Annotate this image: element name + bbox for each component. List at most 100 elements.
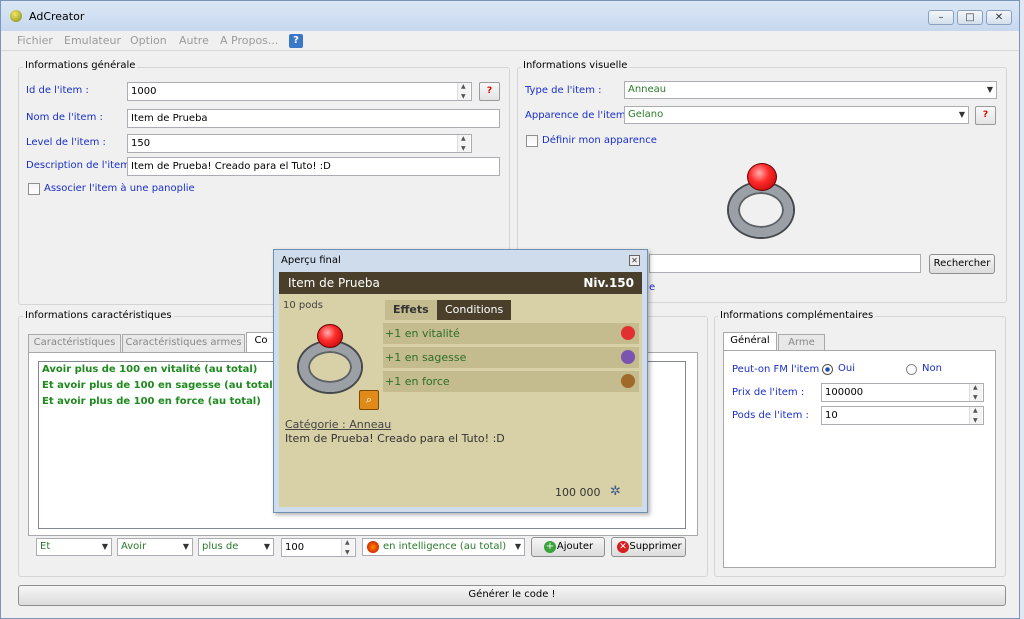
- preview-price: 100 000: [555, 486, 601, 499]
- fm-non-radio[interactable]: [906, 364, 917, 375]
- level-field[interactable]: 150: [127, 134, 472, 153]
- delete-icon: ✕: [617, 541, 629, 553]
- type-select[interactable]: Anneau ▼: [624, 81, 997, 99]
- menu-emulateur[interactable]: Emulateur: [64, 34, 121, 47]
- define-apparence-checkbox[interactable]: [526, 135, 538, 147]
- complementary-title: Informations complémentaires: [718, 310, 876, 321]
- preview-ring-image: [295, 324, 365, 396]
- menu-apropos[interactable]: A Propos...: [220, 34, 278, 47]
- chevron-down-icon: ▼: [958, 110, 965, 119]
- tab-caracteristiques-armes[interactable]: Caractéristiques armes: [122, 334, 245, 352]
- id-spinner[interactable]: [457, 83, 470, 100]
- pods-label: Pods de l'item :: [732, 410, 809, 421]
- ring-band: [299, 342, 361, 392]
- comparator-select-value: plus de: [202, 541, 239, 552]
- title-bar: AdCreator – □ ✕: [1, 1, 1019, 31]
- menu-fichier[interactable]: Fichier: [17, 34, 53, 47]
- description-label: Description de l'item :: [26, 160, 137, 171]
- add-button[interactable]: + Ajouter: [531, 537, 605, 557]
- close-icon[interactable]: ✕: [629, 255, 640, 266]
- logic-select[interactable]: Et ▼: [36, 538, 112, 556]
- level-label: Level de l'item :: [26, 137, 106, 148]
- pods-field[interactable]: 10: [821, 406, 984, 425]
- tab-caracteristiques[interactable]: Caractéristiques: [28, 334, 121, 352]
- app-logo-icon: [10, 10, 22, 22]
- fm-oui-radio[interactable]: [822, 364, 833, 375]
- level-spinner[interactable]: [457, 135, 470, 152]
- chevron-down-icon: ▼: [514, 542, 521, 551]
- fm-label: Peut-on FM l'item :: [732, 364, 826, 375]
- price-field[interactable]: 100000: [821, 383, 984, 402]
- preview-tab-effets[interactable]: Effets: [385, 300, 437, 320]
- strength-icon: [621, 374, 635, 388]
- window-title: AdCreator: [29, 10, 85, 23]
- stat-select-value: en intelligence (au total): [383, 541, 507, 552]
- chevron-down-icon: ▼: [182, 542, 189, 551]
- tab-conditions[interactable]: Co: [246, 332, 276, 352]
- menu-option[interactable]: Option: [130, 34, 167, 47]
- help-icon[interactable]: ?: [289, 34, 303, 48]
- ring-band: [729, 183, 793, 237]
- search-button[interactable]: Rechercher: [929, 254, 995, 274]
- panoplie-label: Associer l'item à une panoplie: [44, 183, 195, 194]
- add-button-label: Ajouter: [556, 541, 594, 552]
- magnifier-icon[interactable]: ⌕: [359, 390, 379, 410]
- amount-spinner[interactable]: [341, 539, 354, 556]
- id-help-button[interactable]: ?: [479, 82, 500, 101]
- effect-text: +1 en force: [385, 375, 450, 388]
- define-apparence-label: Définir mon apparence: [542, 135, 657, 146]
- verb-select-value: Avoir: [121, 541, 147, 552]
- preview-tab-conditions[interactable]: Conditions: [437, 300, 512, 320]
- effect-row: +1 en vitalité: [383, 323, 639, 344]
- chevron-down-icon: ▼: [263, 542, 270, 551]
- plus-icon: +: [544, 541, 556, 553]
- visual-link-fragment[interactable]: e: [649, 282, 655, 293]
- fm-oui-label: Oui: [838, 363, 855, 374]
- fm-non-label: Non: [922, 363, 942, 374]
- visual-info-title: Informations visuelle: [521, 60, 630, 71]
- menu-autre[interactable]: Autre: [179, 34, 209, 47]
- pods-spinner[interactable]: [969, 407, 982, 424]
- panoplie-checkbox[interactable]: [28, 183, 40, 195]
- id-field[interactable]: 1000: [127, 82, 472, 101]
- preview-level: Niv.150: [583, 276, 634, 290]
- maximize-button[interactable]: □: [957, 10, 983, 25]
- condition-item[interactable]: Et avoir plus de 100 en sagesse (au tota…: [42, 380, 277, 391]
- condition-item[interactable]: Avoir plus de 100 en vitalité (au total): [42, 364, 257, 375]
- verb-select[interactable]: Avoir ▼: [117, 538, 193, 556]
- search-field[interactable]: [649, 254, 921, 273]
- apparence-label: Apparence de l'item :: [525, 110, 633, 121]
- description-field[interactable]: Item de Prueba! Creado para el Tuto! :D: [127, 157, 500, 176]
- characteristics-title: Informations caractéristiques: [23, 310, 174, 321]
- chevron-down-icon: ▼: [986, 85, 993, 94]
- heart-icon: [621, 326, 635, 340]
- apparence-help-button[interactable]: ?: [975, 106, 996, 125]
- delete-button-label: Supprimer: [629, 541, 682, 552]
- generate-code-button[interactable]: Générer le code !: [18, 585, 1006, 606]
- comparator-select[interactable]: plus de ▼: [198, 538, 274, 556]
- preview-body: 10 pods ⌕ Effets Conditions +1 en vitali…: [279, 294, 642, 507]
- minimize-button[interactable]: –: [928, 10, 954, 25]
- price-spinner[interactable]: [969, 384, 982, 401]
- preview-description: Item de Prueba! Creado para el Tuto! :D: [285, 432, 505, 445]
- stat-select[interactable]: en intelligence (au total) ▼: [362, 538, 525, 556]
- preview-category: Catégorie : Anneau: [285, 418, 392, 431]
- type-select-value: Anneau: [628, 84, 667, 95]
- apparence-select[interactable]: Gelano ▼: [624, 106, 969, 124]
- delete-button[interactable]: ✕ Supprimer: [611, 537, 686, 557]
- wisdom-icon: [621, 350, 635, 364]
- name-field[interactable]: Item de Prueba: [127, 109, 500, 128]
- ring-gem: [317, 324, 343, 348]
- intelligence-icon: [367, 541, 379, 553]
- apparence-select-value: Gelano: [628, 109, 664, 120]
- close-button[interactable]: ✕: [986, 10, 1012, 25]
- preview-title: Aperçu final: [281, 255, 341, 266]
- logic-select-value: Et: [40, 541, 51, 552]
- general-info-title: Informations générale: [23, 60, 138, 71]
- price-label: Prix de l'item :: [732, 387, 805, 398]
- preview-header: Item de Prueba Niv.150: [279, 272, 642, 294]
- tab-general[interactable]: Général: [723, 332, 777, 352]
- condition-item[interactable]: Et avoir plus de 100 en force (au total): [42, 396, 261, 407]
- chevron-down-icon: ▼: [101, 542, 108, 551]
- item-ring-image: [723, 161, 803, 245]
